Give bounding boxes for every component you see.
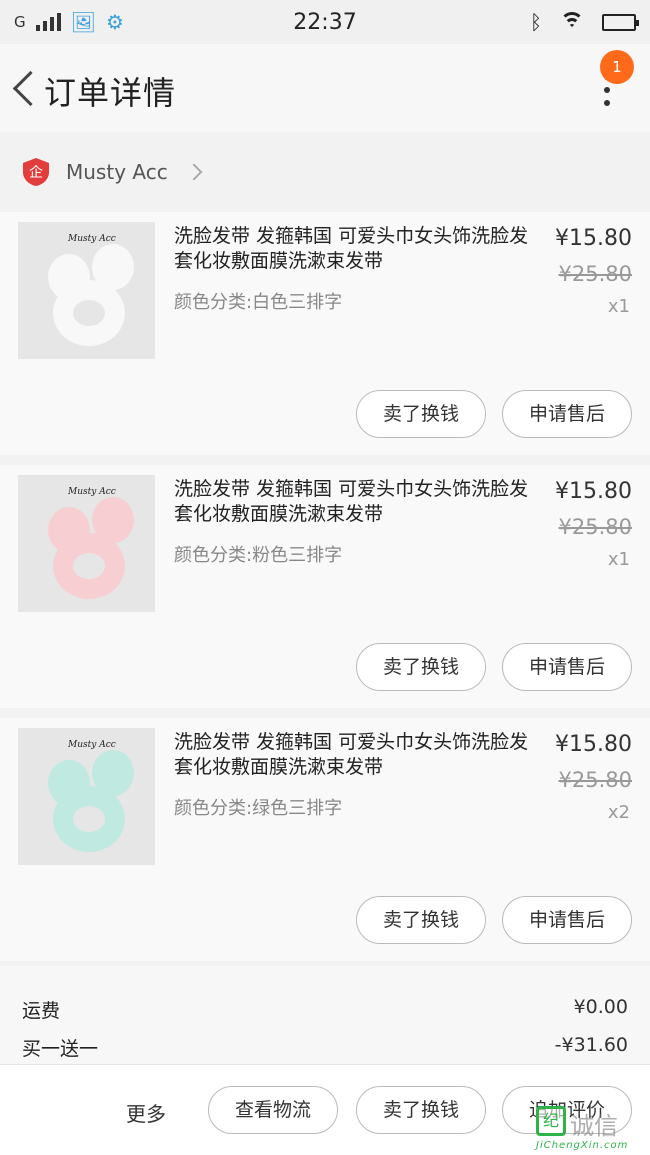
product-variant: 颜色分类:白色三排字 [174, 292, 343, 313]
battery-icon [602, 13, 639, 31]
headband-ring [53, 786, 125, 852]
sell-for-cash-button[interactable]: 卖了换钱 [356, 1086, 486, 1134]
shop-name: Musty Acc [66, 160, 168, 184]
sell-for-cash-button[interactable]: 卖了换钱 [356, 643, 486, 691]
order-item: Musty Acc 洗脸发带 发箍韩国 可爱头巾女头饰洗脸发套化妆敷面膜洗漱束发… [0, 212, 650, 455]
product-original-price: ¥25.80 [558, 515, 632, 539]
product-quantity: x1 [607, 549, 630, 570]
shipping-row: 运费 ¥0.00 [22, 996, 628, 1026]
page-title: 订单详情 [44, 74, 177, 112]
product-price: ¥15.80 [555, 732, 632, 757]
status-right: ᛒ [530, 10, 639, 34]
product-price: ¥15.80 [555, 479, 632, 504]
product-title[interactable]: 洗脸发带 发箍韩国 可爱头巾女头饰洗脸发套化妆敷面膜洗漱束发带 [174, 224, 538, 274]
chevron-right-icon [185, 163, 203, 181]
app-header: 订单详情 1 [0, 44, 650, 132]
sell-for-cash-button[interactable]: 卖了换钱 [356, 896, 486, 944]
product-variant: 颜色分类:绿色三排字 [174, 798, 343, 819]
watermark-text: 诚信 [570, 1112, 618, 1140]
shipping-value: ¥0.00 [573, 996, 628, 1018]
order-summary: 运费 ¥0.00 买一送一 -¥31.60 [0, 966, 650, 1064]
shop-logo-glyph: 企 [29, 164, 43, 181]
promo-label: 买一送一 [22, 1038, 99, 1060]
after-sale-button[interactable]: 申请售后 [502, 643, 632, 691]
back-arrow-icon[interactable] [8, 68, 38, 108]
status-bar: G 🖼 ⚙ 22:37 ᛒ [0, 0, 650, 44]
shop-logo-icon: 企 [22, 157, 50, 187]
after-sale-button[interactable]: 申请售后 [502, 390, 632, 438]
more-actions-link[interactable]: 更多 [126, 1098, 166, 1127]
watermark: 纪 诚信 JiChengXin.com [536, 1106, 644, 1152]
order-item: Musty Acc 洗脸发带 发箍韩国 可爱头巾女头饰洗脸发套化妆敷面膜洗漱束发… [0, 718, 650, 961]
product-title[interactable]: 洗脸发带 发箍韩国 可爱头巾女头饰洗脸发套化妆敷面膜洗漱束发带 [174, 730, 538, 780]
watermark-url: JiChengXin.com [536, 1140, 629, 1151]
product-thumbnail[interactable]: Musty Acc [18, 475, 155, 612]
product-quantity: x2 [607, 802, 630, 823]
shipping-label: 运费 [22, 1000, 61, 1022]
product-original-price: ¥25.80 [558, 768, 632, 792]
product-price: ¥15.80 [555, 226, 632, 251]
after-sale-button[interactable]: 申请售后 [502, 896, 632, 944]
product-title[interactable]: 洗脸发带 发箍韩国 可爱头巾女头饰洗脸发套化妆敷面膜洗漱束发带 [174, 477, 538, 527]
bluetooth-icon: ᛒ [530, 10, 542, 34]
thumbnail-brand-text: Musty Acc [68, 487, 116, 497]
order-item: Musty Acc 洗脸发带 发箍韩国 可爱头巾女头饰洗脸发套化妆敷面膜洗漱束发… [0, 465, 650, 708]
wifi-icon [560, 12, 584, 32]
product-quantity: x1 [607, 296, 630, 317]
watermark-logo-icon: 纪 [536, 1106, 566, 1136]
product-variant: 颜色分类:粉色三排字 [174, 545, 343, 566]
product-original-price: ¥25.80 [558, 262, 632, 286]
product-thumbnail[interactable]: Musty Acc [18, 222, 155, 359]
promo-value: -¥31.60 [554, 1034, 628, 1056]
product-thumbnail[interactable]: Musty Acc [18, 728, 155, 865]
thumbnail-brand-text: Musty Acc [68, 234, 116, 244]
headband-ring [53, 280, 125, 346]
promo-row: 买一送一 -¥31.60 [22, 1034, 628, 1064]
sell-for-cash-button[interactable]: 卖了换钱 [356, 390, 486, 438]
thumbnail-brand-text: Musty Acc [68, 740, 116, 750]
view-logistics-button[interactable]: 查看物流 [208, 1086, 338, 1134]
headband-ring [53, 533, 125, 599]
shop-row[interactable]: 企 Musty Acc [0, 132, 650, 212]
notification-badge: 1 [600, 50, 634, 84]
